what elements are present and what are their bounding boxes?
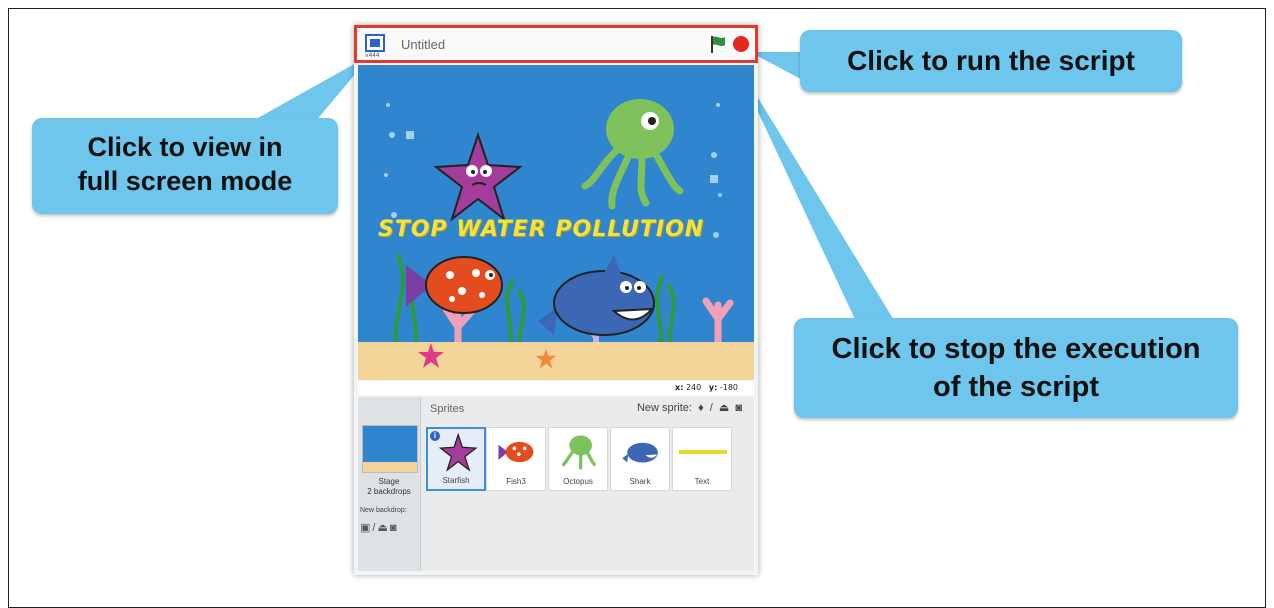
upload-icon[interactable]: ⏏ bbox=[719, 402, 729, 414]
fullscreen-callout-line2: full screen mode bbox=[77, 166, 293, 196]
sprite-tile-text[interactable]: Text bbox=[672, 427, 732, 491]
starfish-sprite[interactable] bbox=[430, 131, 525, 226]
camera-icon[interactable]: ◙ bbox=[390, 522, 399, 534]
backdrop-library-icon[interactable]: ▣ bbox=[360, 522, 372, 534]
stage-thumbnail[interactable] bbox=[362, 425, 418, 473]
fish3-thumbnail bbox=[498, 441, 534, 463]
project-title[interactable]: Untitled bbox=[401, 37, 445, 52]
upload-icon[interactable]: ⏏ bbox=[377, 522, 389, 534]
sprite-tile-shark[interactable]: Shark bbox=[610, 427, 670, 491]
new-sprite-label: New sprite: bbox=[636, 402, 692, 414]
pencil-icon[interactable]: / bbox=[710, 402, 713, 414]
sprite-tile-fish3[interactable]: Fish3 bbox=[486, 427, 546, 491]
stop-callout-line2: of the script bbox=[933, 371, 1099, 403]
sprite-tile-octopus[interactable]: Octopus bbox=[548, 427, 608, 491]
green-flag-icon[interactable] bbox=[709, 34, 727, 54]
stage-title: Stage bbox=[378, 477, 400, 486]
run-callout-text: Click to run the script bbox=[847, 45, 1135, 76]
fullscreen-icon[interactable] bbox=[365, 34, 385, 52]
paint-brush-icon[interactable]: ♦ bbox=[698, 402, 704, 414]
sprite-name: Fish3 bbox=[506, 477, 526, 486]
fullscreen-caption: v444 bbox=[365, 52, 380, 59]
fish3-sprite[interactable] bbox=[402, 245, 512, 325]
small-starfish-decoration bbox=[418, 343, 444, 368]
starfish-thumbnail bbox=[438, 433, 478, 472]
octopus-sprite[interactable] bbox=[580, 91, 690, 211]
stop-callout: Click to stop the execution of the scrip… bbox=[794, 318, 1238, 418]
y-coord-value: -180 bbox=[719, 383, 738, 392]
orange-starfish-decoration bbox=[535, 348, 557, 369]
new-backdrop-label: New backdrop: bbox=[360, 507, 407, 514]
sprite-pane: Stage 2 backdrops New backdrop: ▣/⏏◙ Spr… bbox=[358, 397, 754, 571]
sprite-name: Octopus bbox=[563, 477, 593, 486]
text-thumbnail bbox=[679, 450, 727, 454]
shark-sprite[interactable] bbox=[534, 251, 664, 351]
stage-column: Stage 2 backdrops New backdrop: ▣/⏏◙ bbox=[358, 397, 421, 571]
fullscreen-callout-line1: Click to view in bbox=[87, 132, 283, 162]
x-coord-label: x: bbox=[675, 383, 684, 392]
stage-canvas[interactable]: STOP WATER POLLUTION bbox=[358, 65, 754, 380]
title-bar-highlight: v444 Untitled bbox=[354, 25, 758, 63]
sprite-tile-starfish[interactable]: i Starfish bbox=[426, 427, 486, 491]
fullscreen-callout: Click to view in full screen mode bbox=[32, 118, 338, 214]
camera-icon[interactable]: ◙ bbox=[735, 402, 742, 414]
octopus-thumbnail bbox=[561, 435, 597, 470]
scratch-window: v444 Untitled STOP WATER POLLUTION x: 24… bbox=[354, 25, 758, 575]
mouse-coordinates: x: 240 y: -180 bbox=[358, 381, 754, 395]
run-callout: Click to run the script bbox=[800, 30, 1182, 92]
stop-icon[interactable] bbox=[733, 36, 749, 52]
new-sprite-toolbar: New sprite: ♦ / ⏏ ◙ bbox=[634, 401, 742, 414]
y-coord-label: y: bbox=[708, 383, 718, 392]
shark-thumbnail bbox=[622, 442, 658, 463]
stage-backdrop-count: 2 backdrops bbox=[367, 487, 411, 496]
x-coord-value: 240 bbox=[685, 383, 702, 392]
sprites-label: Sprites bbox=[430, 403, 465, 415]
stage-label: Stage 2 backdrops bbox=[358, 477, 420, 497]
sprite-name: Starfish bbox=[442, 476, 470, 485]
stage-banner-text[interactable]: STOP WATER POLLUTION bbox=[378, 217, 704, 242]
sprite-name: Shark bbox=[629, 477, 651, 486]
sprite-name: Text bbox=[694, 477, 710, 486]
new-backdrop-icons: ▣/⏏◙ bbox=[360, 521, 399, 534]
stop-callout-line1: Click to stop the execution bbox=[831, 333, 1201, 365]
